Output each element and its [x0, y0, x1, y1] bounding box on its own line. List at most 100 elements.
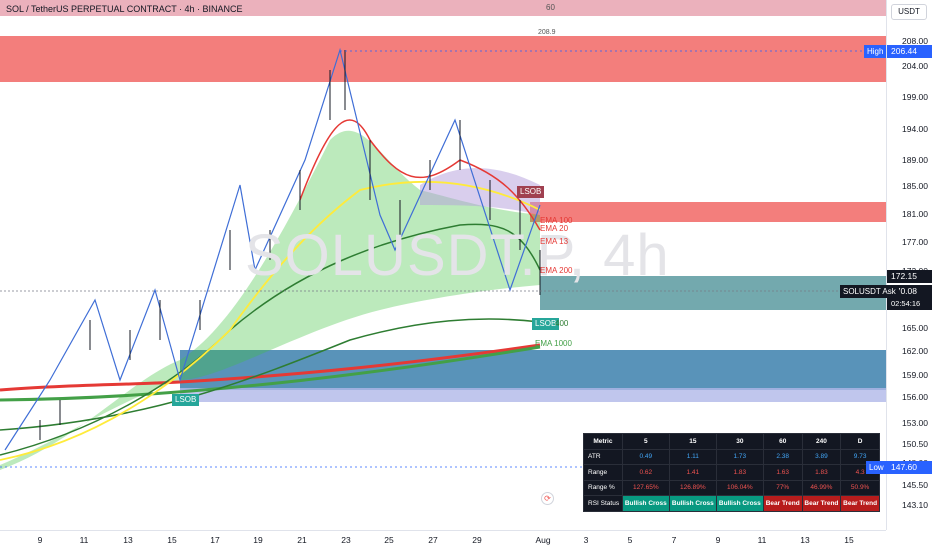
- metrics-row-label: RSI Status: [583, 495, 623, 512]
- price-axis-label: 194.00: [902, 124, 928, 134]
- price-axis-label: 165.00: [902, 323, 928, 333]
- supply-zone-mid: [530, 202, 886, 222]
- time-axis-label: 11: [757, 535, 767, 545]
- time-axis-label: 25: [384, 535, 394, 545]
- metrics-cell: 1.41: [668, 464, 717, 481]
- replay-icon[interactable]: ⟳: [541, 492, 554, 505]
- ema-400-label: 400: [555, 319, 569, 328]
- time-axis-label: 9: [715, 535, 721, 545]
- high-price-tag: 206.44: [887, 45, 932, 58]
- ask-label: SOLUSDT Ask: [840, 285, 899, 298]
- price-axis-label: 150.50: [902, 439, 928, 449]
- rsi-status-cell: Bear Trend: [762, 495, 803, 512]
- ema-200-label: EMA 200: [540, 266, 573, 275]
- low-label: Low: [866, 461, 887, 474]
- metrics-cell: 0.62: [621, 464, 670, 481]
- price-axis[interactable]: USDT 208.00 204.00 199.00 194.00 189.00 …: [886, 0, 932, 530]
- metrics-cell: 50.9%: [840, 479, 880, 496]
- lsob-badge-left: LSOB: [172, 394, 200, 406]
- metrics-cell: 1.83: [801, 464, 842, 481]
- price-axis-label: 143.10: [902, 500, 928, 510]
- metrics-header-cell: 30: [715, 433, 764, 450]
- price-axis-label: 189.00: [902, 155, 928, 165]
- price-axis-label: 204.00: [902, 61, 928, 71]
- metrics-cell: 46.99%: [801, 479, 842, 496]
- time-axis-label: 29: [472, 535, 482, 545]
- demand-zone-blue: [180, 350, 886, 390]
- ema-1000-label: EMA 1000: [535, 339, 572, 348]
- metrics-header-row: Metric 5 15 30 60 240 D: [583, 433, 880, 450]
- fib-level-60: 60: [546, 3, 555, 12]
- metrics-header-cell: 60: [762, 433, 803, 450]
- chart-area[interactable]: SOLUSDT.P, 4h SOL / TetherUS PERPETUAL C…: [0, 0, 886, 530]
- metrics-cell: 2.38: [762, 448, 803, 465]
- price-axis-label: 159.00: [902, 370, 928, 380]
- time-axis-label: 21: [297, 535, 307, 545]
- time-axis-label: 7: [671, 535, 677, 545]
- rsi-status-cell: Bear Trend: [801, 495, 842, 512]
- metrics-cell: 77%: [762, 479, 803, 496]
- metrics-header-cell: D: [840, 433, 880, 450]
- time-axis-label: 27: [428, 535, 438, 545]
- metrics-cell: 3.89: [801, 448, 842, 465]
- high-label: High: [864, 45, 887, 58]
- price-axis-label: 199.00: [902, 92, 928, 102]
- supply-zone-upper: [0, 36, 886, 82]
- time-axis-label: 3: [583, 535, 589, 545]
- metrics-cell: 126.89%: [668, 479, 717, 496]
- time-axis-label: 13: [123, 535, 133, 545]
- metrics-header-cell: Metric: [583, 433, 623, 450]
- rsi-status-cell: Bullish Cross: [621, 495, 670, 512]
- metrics-header-cell: 15: [668, 433, 717, 450]
- time-axis-label: 23: [341, 535, 351, 545]
- time-axis-label: 17: [210, 535, 220, 545]
- metrics-cell: 0.49: [621, 448, 670, 465]
- time-axis-label: 9: [37, 535, 43, 545]
- price-axis-label: 185.00: [902, 181, 928, 191]
- metrics-cell: 106.04%: [715, 479, 764, 496]
- ema-20-label: EMA 20: [540, 224, 569, 233]
- metrics-table: Metric 5 15 30 60 240 D ATR 0.49 1.11 1.…: [583, 433, 880, 512]
- time-axis-label: Aug: [535, 535, 551, 545]
- price-axis-label: 162.00: [902, 346, 928, 356]
- price-axis-label: 156.00: [902, 392, 928, 402]
- time-axis-label: 11: [79, 535, 89, 545]
- low-price-tag: 147.60: [887, 461, 932, 474]
- time-axis-label: 13: [800, 535, 810, 545]
- metrics-header-cell: 240: [801, 433, 842, 450]
- ema-13-label: EMA 13: [540, 237, 569, 246]
- metrics-header-cell: 5: [621, 433, 670, 450]
- price-axis-label: 177.00: [902, 237, 928, 247]
- rsi-status-cell: Bullish Cross: [715, 495, 764, 512]
- metrics-cell: 1.83: [715, 464, 764, 481]
- metrics-cell: 1.73: [715, 448, 764, 465]
- metrics-row-label: Range: [583, 464, 623, 481]
- metrics-row-label: Range %: [583, 479, 623, 496]
- time-axis-label: 5: [627, 535, 633, 545]
- metrics-rsi-row: RSI Status Bullish Cross Bullish Cross B…: [583, 495, 880, 512]
- metrics-cell: 127.65%: [621, 479, 670, 496]
- time-axis[interactable]: 9 11 13 15 17 19 21 23 25 27 29 Aug 3 5 …: [0, 530, 886, 550]
- rsi-status-cell: Bear Trend: [840, 495, 880, 512]
- fib-level-2089: 208.9: [538, 29, 556, 36]
- symbol-watermark: SOLUSDT.P, 4h: [245, 223, 670, 288]
- metrics-row-label: ATR: [583, 448, 623, 465]
- demand-zone-lilac: [180, 388, 886, 402]
- currency-selector-button[interactable]: USDT: [891, 4, 927, 20]
- rsi-status-cell: Bullish Cross: [668, 495, 717, 512]
- current-price-tag: 172.15: [887, 270, 932, 283]
- metrics-range-row: Range 0.62 1.41 1.83 1.63 1.83 4.3: [583, 464, 880, 481]
- lsob-badge-top: LSOB: [517, 186, 545, 198]
- metrics-cell: 1.63: [762, 464, 803, 481]
- price-axis-label: 181.00: [902, 209, 928, 219]
- chart-title: SOL / TetherUS PERPETUAL CONTRACT · 4h ·…: [6, 4, 243, 14]
- countdown-tag: 02:54:16: [887, 297, 932, 310]
- metrics-atr-row: ATR 0.49 1.11 1.73 2.38 3.89 9.73: [583, 448, 880, 465]
- metrics-range-pct-row: Range % 127.65% 126.89% 106.04% 77% 46.9…: [583, 479, 880, 496]
- price-axis-label: 153.00: [902, 418, 928, 428]
- metrics-cell: 1.11: [668, 448, 717, 465]
- time-axis-label: 19: [253, 535, 263, 545]
- time-axis-label: 15: [167, 535, 177, 545]
- time-axis-label: 15: [844, 535, 854, 545]
- price-axis-label: 145.50: [902, 480, 928, 490]
